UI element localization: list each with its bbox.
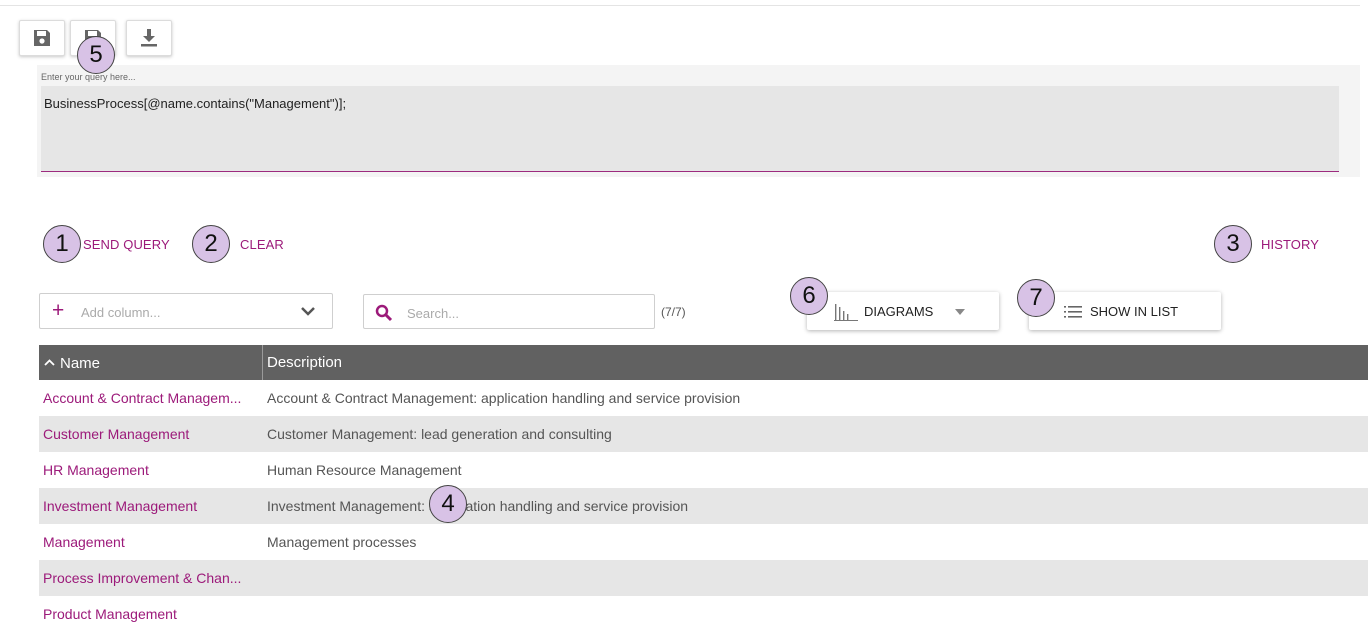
table-row[interactable]: Account & Contract Managem... Account & … [39, 380, 1368, 416]
diagrams-label: DIAGRAMS [864, 304, 934, 319]
add-column-placeholder: Add column... [81, 305, 161, 320]
table-row[interactable]: Process Improvement & Chan... [39, 560, 1368, 596]
table-row[interactable]: Management Management processes [39, 524, 1368, 560]
row-description: Management processes [267, 534, 417, 550]
row-description: Investment Management: application handl… [267, 498, 689, 514]
search-placeholder: Search... [407, 306, 460, 321]
show-in-list-label: SHOW IN LIST [1090, 304, 1179, 319]
callout-5: 5 [77, 36, 115, 74]
bar-chart-icon [834, 304, 858, 321]
chevron-down-icon[interactable] [300, 306, 316, 318]
row-name-link[interactable]: HR Management [43, 462, 261, 478]
save-button[interactable] [19, 20, 65, 56]
download-button[interactable] [126, 20, 172, 56]
row-name-link[interactable]: Account & Contract Managem... [43, 390, 261, 406]
column-header-name[interactable]: Name [39, 345, 262, 380]
search-icon [375, 304, 393, 322]
top-divider [0, 5, 1360, 6]
history-button[interactable]: HISTORY [1261, 237, 1319, 252]
callout-7: 7 [1017, 279, 1055, 317]
callout-3: 3 [1214, 225, 1252, 263]
row-name-link[interactable]: Process Improvement & Chan... [43, 570, 261, 586]
callout-2: 2 [192, 225, 230, 263]
diagrams-button[interactable]: DIAGRAMS [807, 292, 999, 330]
table-header: Name Description [39, 345, 1368, 380]
row-description: Account & Contract Management: applicati… [267, 390, 741, 406]
query-label: Enter your query here... [41, 72, 136, 82]
send-query-button[interactable]: SEND QUERY [83, 237, 170, 252]
callout-6: 6 [790, 277, 828, 315]
query-input[interactable]: BusinessProcess[@name.contains("Manageme… [41, 86, 1339, 172]
row-name-link[interactable]: Management [43, 534, 261, 550]
row-name-link[interactable]: Product Management [43, 606, 261, 622]
result-count: (7/7) [661, 305, 686, 319]
row-description: Customer Management: lead generation and… [267, 426, 612, 442]
row-name-link[interactable]: Customer Management [43, 426, 261, 442]
table-row[interactable]: Customer Management Customer Management:… [39, 416, 1368, 452]
save-icon [34, 30, 50, 46]
search-input[interactable]: Search... [363, 294, 655, 329]
table-row[interactable]: Investment Management Investment Managem… [39, 488, 1368, 524]
sort-ascending-icon[interactable] [44, 359, 55, 366]
row-description: Human Resource Management [267, 462, 462, 478]
table-row[interactable]: Product Management [39, 596, 1368, 624]
query-text[interactable]: BusinessProcess[@name.contains("Manageme… [44, 96, 346, 111]
show-in-list-button[interactable]: SHOW IN LIST [1029, 292, 1221, 330]
callout-1: 1 [43, 225, 81, 263]
row-name-link[interactable]: Investment Management [43, 498, 261, 514]
column-header-description-label: Description [267, 354, 343, 371]
add-column-select[interactable]: + Add column... [39, 293, 333, 329]
callout-4: 4 [429, 485, 467, 523]
plus-icon: + [52, 299, 65, 322]
clear-button[interactable]: CLEAR [240, 237, 284, 252]
column-header-description[interactable]: Description [263, 345, 1363, 380]
caret-down-icon [955, 309, 965, 315]
column-header-name-label: Name [60, 355, 101, 372]
download-icon [141, 29, 157, 47]
table-row[interactable]: HR Management Human Resource Management [39, 452, 1368, 488]
list-icon [1064, 306, 1082, 318]
